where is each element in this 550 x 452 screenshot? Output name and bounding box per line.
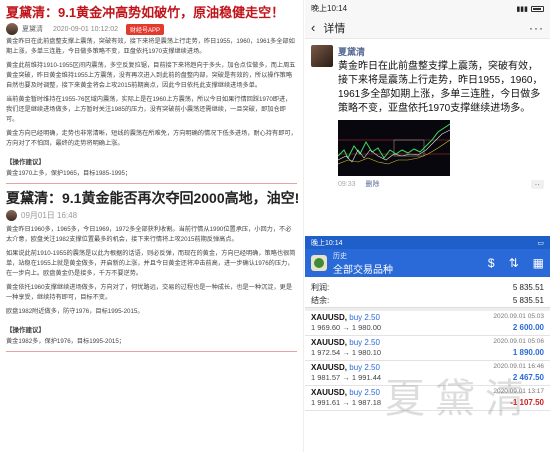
- trade-datetime: 2020.09.01 13:17: [493, 388, 544, 395]
- post-text: 黄金昨日在此前盘整支撑上震荡，突破有效，接下来将是震荡上行走势，昨日1955，1…: [338, 61, 543, 114]
- mt4-title-main: 全部交易品种: [333, 264, 393, 276]
- post-time: 09:33: [338, 181, 356, 188]
- mt4-status-bar: 晚上10:14 ▭: [305, 236, 550, 249]
- balance-row: 结余: 5 835.51: [305, 294, 550, 307]
- more-icon[interactable]: ···: [529, 21, 544, 35]
- profit-row: 利润: 5 835.51: [305, 281, 550, 294]
- nav-bar: ‹ 详情 ···: [305, 17, 550, 39]
- article1-paragraph: 当前黄金暂时维持在1955-76区域内震荡，实际上是在1960上方震荡，所以今日…: [6, 96, 292, 123]
- article1-ops-heading: 【操作建议】: [6, 159, 45, 166]
- summary-label: 结余:: [311, 296, 330, 305]
- article2-meta: 09月01日 16:48: [0, 208, 303, 225]
- post-body: 夏黛清 黄金昨日在此前盘整支撑上震荡，突破有效，接下来将是震荡上行走势，昨日19…: [338, 45, 544, 189]
- battery-icon: [531, 5, 544, 12]
- trade-side: buy 2.50: [349, 388, 380, 397]
- trade-datetime: 2020.09.01 05:06: [493, 338, 544, 345]
- trade-row[interactable]: XAUUSD, buy 2.50 1 969.60 → 1 980.00 202…: [305, 311, 550, 336]
- divider: [6, 351, 297, 352]
- comment-menu-icon[interactable]: ··: [530, 179, 544, 189]
- moment-panel: 晚上10:14 ▮▮▮ ‹ 详情 ··· 夏黛清 黄金昨日在此前盘整支撑上震荡，…: [305, 0, 550, 234]
- article2-paragraph: 黄金昨日1960多，1965多，今日1969，1972多全部获利收割。当前行情从…: [6, 226, 292, 243]
- mt4-title-small: 历史: [333, 252, 347, 260]
- article-panel: 夏黛清：9.1黄金冲高势如破竹，原油稳健走空！ 夏黛清 2020-09-01 1…: [0, 0, 304, 452]
- article1-ops-text: 黄金1970上多，保护1965，目标1985-1995；: [6, 170, 132, 177]
- trade-profit: 2 467.50: [512, 373, 544, 382]
- trade-prices: 1 972.54 → 1 980.10: [311, 348, 382, 357]
- battery-icon: ▭: [537, 239, 544, 247]
- article1-date: 2020-09-01 10:12:02: [53, 25, 118, 33]
- calendar-icon[interactable]: ▦: [533, 256, 544, 270]
- article1-title: 夏黛清：9.1黄金冲高势如破竹，原油稳健走空！: [6, 5, 285, 20]
- moment-post: 夏黛清 黄金昨日在此前盘整支撑上震荡，突破有效，接下来将是震荡上行走势，昨日19…: [305, 39, 550, 189]
- trade-side: buy 2.50: [349, 313, 380, 322]
- summary-label: 利润:: [311, 283, 330, 292]
- trade-side: buy 2.50: [349, 338, 380, 347]
- trade-row[interactable]: XAUUSD, buy 2.50 1 991.61 → 1 987.18 202…: [305, 386, 550, 411]
- summary-value: 5 835.51: [512, 283, 544, 292]
- trade-datetime: 2020.09.01 05:03: [493, 313, 544, 320]
- sort-icon[interactable]: ⇅: [509, 256, 519, 270]
- mt4-logo-icon[interactable]: [311, 255, 327, 271]
- article1-paragraph: 黄金昨日在此前盘整支撑上震荡，突破有效，接下来将是震荡上行走势，昨日1955，1…: [6, 38, 295, 55]
- article2-title: 夏黛清：9.1黄金能否再次夺回2000高地，油空!: [6, 190, 300, 206]
- trade-profit: 1 890.00: [512, 348, 544, 357]
- poster-name[interactable]: 夏黛清: [338, 45, 544, 58]
- trade-symbol: XAUUSD,: [311, 313, 348, 322]
- app-badge[interactable]: 财经号APP: [126, 23, 165, 35]
- post-meta: 09:33 删除: [338, 179, 379, 189]
- article2-paragraph: 欧盘1982附近做多，防守1976，目标1995-2015。: [6, 308, 144, 315]
- article1-paragraph: 黄金方向已经明确，走势也非常清晰，短线的震荡在所难免，方向明确的情况下低多进场，…: [6, 130, 297, 147]
- screenshot-collage: 夏黛清：9.1黄金冲高势如破竹，原油稳健走空！ 夏黛清 2020-09-01 1…: [0, 0, 550, 452]
- status-icons: ▮▮▮: [516, 5, 544, 13]
- mt4-status-time: 晚上10:14: [311, 239, 343, 247]
- dollar-icon[interactable]: $: [488, 256, 495, 270]
- trade-datetime: 2020.09.01 16:46: [493, 363, 544, 370]
- candlestick-chart-icon: [338, 120, 450, 176]
- delete-link[interactable]: 删除: [365, 181, 379, 188]
- trade-side: buy 2.50: [349, 363, 380, 372]
- article2-ops-text: 黄金1982多，保护1976，目标1995-2015；: [6, 338, 125, 345]
- article1-author: 夏黛清: [22, 26, 43, 33]
- mt4-titles: 历史 全部交易品种: [333, 251, 393, 276]
- summary-value: 5 835.51: [512, 296, 544, 305]
- trade-prices: 1 981.57 → 1 991.44: [311, 373, 382, 382]
- signal-icon: ▮▮▮: [516, 5, 528, 13]
- trade-row[interactable]: XAUUSD, buy 2.50 1 972.54 → 1 980.10 202…: [305, 336, 550, 361]
- article2-paragraph: 黄金依托1960支撑继续进场做多，方向对了，何忧路远，交易的过程也是一种成长，也…: [6, 284, 293, 301]
- trade-symbol: XAUUSD,: [311, 338, 348, 347]
- trade-prices: 1 969.60 → 1 980.00: [311, 323, 382, 332]
- mt4-header: 历史 全部交易品种 $ ⇅ ▦: [305, 249, 550, 277]
- trade-symbol: XAUUSD,: [311, 388, 348, 397]
- article1-meta: 夏黛清 2020-09-01 10:12:02 财经号APP: [0, 21, 303, 37]
- chart-thumbnail-image[interactable]: [338, 120, 450, 176]
- trade-symbol: XAUUSD,: [311, 363, 348, 372]
- author-avatar: [6, 23, 18, 35]
- author-avatar: [6, 210, 17, 221]
- article2-ops-heading: 【操作建议】: [6, 327, 45, 334]
- article1-paragraph: 黄金此前维持1910-1955区间内震荡，多空反复拉锯，目前接下来将趋向于多头，…: [6, 62, 296, 89]
- trade-profit: 2 600.00: [512, 323, 544, 332]
- poster-avatar[interactable]: [311, 45, 333, 67]
- mt4-toolbar: $ ⇅ ▦: [488, 256, 544, 270]
- trade-prices: 1 991.61 → 1 987.18: [311, 398, 382, 407]
- article2-date: 09月01日 16:48: [21, 211, 78, 220]
- mt4-history-panel: 晚上10:14 ▭ 历史 全部交易品种 $ ⇅ ▦ 利润: 5 835.51 结…: [305, 236, 550, 452]
- nav-title: 详情: [323, 22, 346, 35]
- post-footer: 09:33 删除 ··: [338, 179, 544, 189]
- status-bar: 晚上10:14 ▮▮▮: [305, 0, 550, 17]
- trade-row[interactable]: XAUUSD, buy 2.50 1 981.57 → 1 991.44 202…: [305, 361, 550, 386]
- trade-profit: -1 107.50: [510, 398, 544, 407]
- back-arrow-icon[interactable]: ‹: [311, 20, 315, 35]
- article2-paragraph: 如果说此前1910-1955的震荡是以此为根据的话语，则必反弹，而现在的黄金，方…: [6, 250, 296, 277]
- status-time: 晚上10:14: [311, 4, 348, 13]
